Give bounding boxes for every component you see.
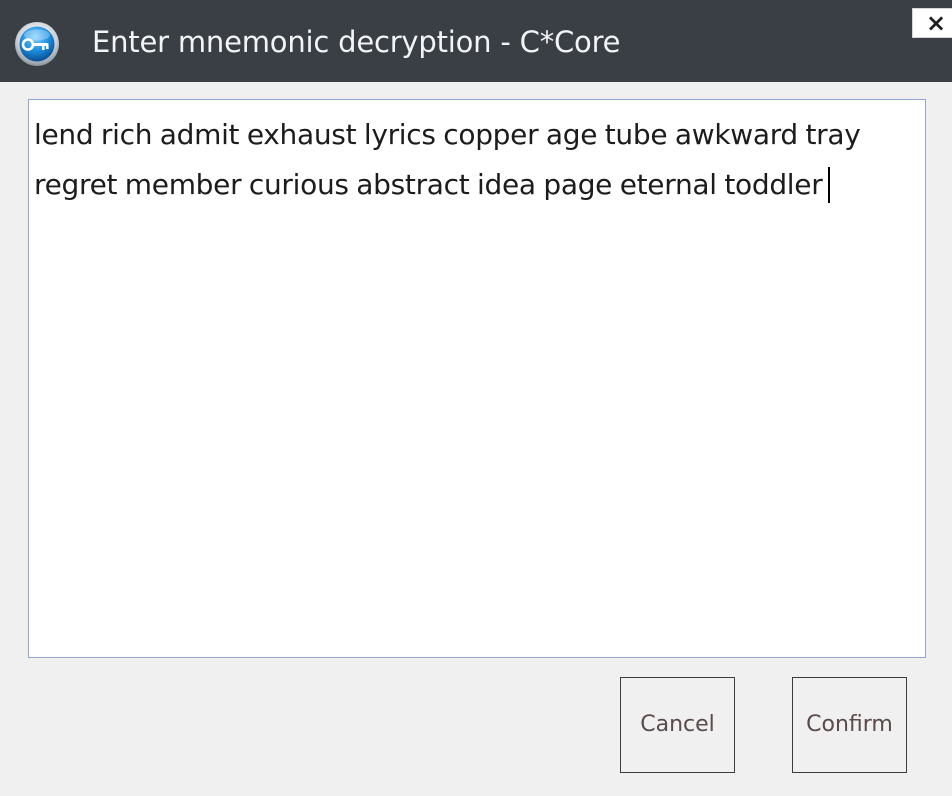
mnemonic-text[interactable]: lend rich admit exhaust lyrics copper ag… [34,118,861,201]
close-button[interactable]: × [912,8,952,38]
mnemonic-dialog: Enter mnemonic decryption - C*Core × len… [0,0,952,796]
key-icon [14,21,60,67]
window-title: Enter mnemonic decryption - C*Core [92,25,621,59]
close-icon[interactable]: × [921,9,951,37]
text-caret [828,167,831,203]
mnemonic-input[interactable]: lend rich admit exhaust lyrics copper ag… [28,99,926,658]
cancel-button[interactable]: Cancel [620,677,735,773]
confirm-button[interactable]: Confirm [792,677,907,773]
title-bar[interactable]: Enter mnemonic decryption - C*Core × [0,0,952,82]
